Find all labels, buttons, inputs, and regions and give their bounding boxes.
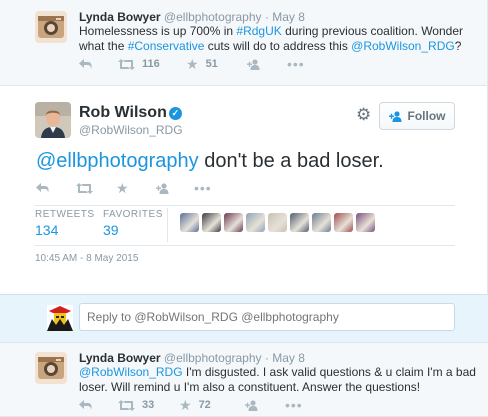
more-dots-icon: ••• xyxy=(287,56,305,72)
text-part: I'm disgusted. I ask valid questions & u… xyxy=(182,365,476,379)
favorite-count: 72 xyxy=(198,399,211,411)
follow-person-icon xyxy=(247,58,260,70)
favorite-button[interactable]: ★ xyxy=(116,181,129,195)
mention-link[interactable]: @RobWilson_RDG xyxy=(351,39,455,53)
tweet-text: @RobWilson_RDG I'm disgusted. I ask vali… xyxy=(79,365,479,395)
separator-dot: · xyxy=(264,10,269,24)
favoriter-avatar[interactable] xyxy=(180,213,199,232)
divider xyxy=(35,245,455,246)
more-dots-icon: ••• xyxy=(194,180,212,196)
current-user-avatar xyxy=(47,305,73,331)
retweet-button[interactable]: 33 xyxy=(118,398,154,412)
tweet-actions: ★ ••• xyxy=(36,180,416,196)
author-name[interactable]: Rob Wilson ✓ xyxy=(79,104,182,122)
reply-icon xyxy=(79,399,92,410)
tweet-actions: 33 ★ 72 ••• xyxy=(79,397,459,413)
favorite-button[interactable]: ★ 51 xyxy=(186,57,218,71)
reply-button[interactable] xyxy=(36,181,50,195)
follow-person-icon xyxy=(156,182,169,194)
reply-icon xyxy=(36,182,49,193)
favoriter-avatar[interactable] xyxy=(356,213,375,232)
favorites-label: FAVORITES xyxy=(103,209,163,220)
text-part: Homelessness is up 700% in xyxy=(79,24,237,38)
retweets-stat[interactable]: RETWEETS 134 xyxy=(35,209,95,238)
favoriter-avatars xyxy=(180,213,375,232)
tweet-lynda-bowyer-1[interactable]: Lynda Bowyer @ellbphotography · May 8 Ho… xyxy=(0,0,488,86)
avatar[interactable] xyxy=(35,11,67,43)
reply-input[interactable] xyxy=(79,303,455,331)
mention-link[interactable]: @ellbphotography xyxy=(36,150,199,172)
tweet-header: Lynda Bowyer @ellbphotography · May 8 xyxy=(79,351,305,365)
reply-button[interactable] xyxy=(79,57,93,71)
text-part: don't be a bad loser. xyxy=(198,150,384,172)
follow-person-icon xyxy=(388,110,401,122)
tweet-header: Lynda Bowyer @ellbphotography · May 8 xyxy=(79,10,305,24)
author-name[interactable]: Lynda Bowyer xyxy=(79,351,161,365)
tweet-text-line: loser. Will remind u I'm also a constitu… xyxy=(79,380,421,394)
divider xyxy=(35,205,455,206)
text-part: ? xyxy=(454,39,462,53)
favoriter-avatar[interactable] xyxy=(268,213,287,232)
tweet-timestamp[interactable]: 10:45 AM - 8 May 2015 xyxy=(35,253,138,264)
author-name-text: Rob Wilson xyxy=(79,104,167,121)
follow-button[interactable]: Follow xyxy=(379,102,455,130)
favoriter-avatar[interactable] xyxy=(334,213,353,232)
tweet-actions: 116 ★ 51 ••• xyxy=(79,56,459,72)
favoriter-avatar[interactable] xyxy=(202,213,221,232)
more-button[interactable]: ••• xyxy=(285,397,303,413)
retweet-icon xyxy=(118,58,135,70)
retweets-label: RETWEETS xyxy=(35,209,95,220)
star-icon: ★ xyxy=(179,397,192,413)
author-handle[interactable]: @ellbphotography xyxy=(164,351,262,365)
main-tweet-rob-wilson: Rob Wilson ✓ @RobWilson_RDG ⚙ Follow @ell… xyxy=(0,86,488,294)
author-handle[interactable]: @RobWilson_RDG xyxy=(79,123,183,137)
retweet-icon xyxy=(76,182,93,194)
follow-person-icon xyxy=(245,399,258,411)
author-name[interactable]: Lynda Bowyer xyxy=(79,10,161,24)
favorites-stat[interactable]: FAVORITES 39 xyxy=(103,209,163,238)
favoriter-avatar[interactable] xyxy=(312,213,331,232)
favorite-button[interactable]: ★ 72 xyxy=(179,398,211,412)
hashtag-link[interactable]: #RdgUK xyxy=(236,24,281,38)
tweet-text: Homelessness is up 700% in #RdgUK during… xyxy=(79,24,479,54)
follow-author-button[interactable] xyxy=(156,181,170,195)
retweet-button[interactable]: 116 xyxy=(118,57,160,71)
follow-label: Follow xyxy=(407,109,446,123)
retweet-count: 33 xyxy=(142,399,155,411)
tweet-text-line: @RobWilson_RDG I'm disgusted. I ask vali… xyxy=(79,365,479,380)
retweet-count: 116 xyxy=(142,58,160,70)
favoriter-avatar[interactable] xyxy=(290,213,309,232)
favorites-value: 39 xyxy=(103,222,119,238)
divider xyxy=(167,208,168,242)
favoriter-avatar[interactable] xyxy=(246,213,265,232)
tweet-time[interactable]: May 8 xyxy=(272,351,305,365)
retweets-value: 134 xyxy=(35,222,59,238)
more-button[interactable]: ••• xyxy=(194,180,212,196)
more-button[interactable]: ••• xyxy=(287,56,305,72)
favoriter-avatar[interactable] xyxy=(224,213,243,232)
mention-link[interactable]: @RobWilson_RDG xyxy=(79,365,183,379)
tweet-time[interactable]: May 8 xyxy=(272,10,305,24)
star-icon: ★ xyxy=(116,180,129,196)
avatar[interactable] xyxy=(35,352,67,384)
text-part: cuts will do to address this xyxy=(204,39,352,53)
follow-author-button[interactable] xyxy=(245,398,259,412)
tweet-text: @ellbphotography don't be a bad loser. xyxy=(36,148,384,174)
tweet-lynda-bowyer-reply[interactable]: Lynda Bowyer @ellbphotography · May 8 @R… xyxy=(0,342,488,417)
reply-icon xyxy=(79,58,92,69)
more-dots-icon: ••• xyxy=(285,397,303,413)
retweet-icon xyxy=(118,399,135,411)
follow-author-button[interactable] xyxy=(247,57,261,71)
avatar[interactable] xyxy=(35,102,71,138)
author-handle[interactable]: @ellbphotography xyxy=(164,10,262,24)
retweet-button[interactable] xyxy=(76,181,93,195)
verified-badge-icon: ✓ xyxy=(168,107,182,120)
separator-dot: · xyxy=(264,351,269,365)
reply-area xyxy=(0,294,488,342)
star-icon: ★ xyxy=(186,56,199,72)
favorite-count: 51 xyxy=(205,58,218,70)
reply-button[interactable] xyxy=(79,398,93,412)
gear-icon[interactable]: ⚙ xyxy=(356,106,374,124)
hashtag-link[interactable]: #Conservative xyxy=(128,39,205,53)
